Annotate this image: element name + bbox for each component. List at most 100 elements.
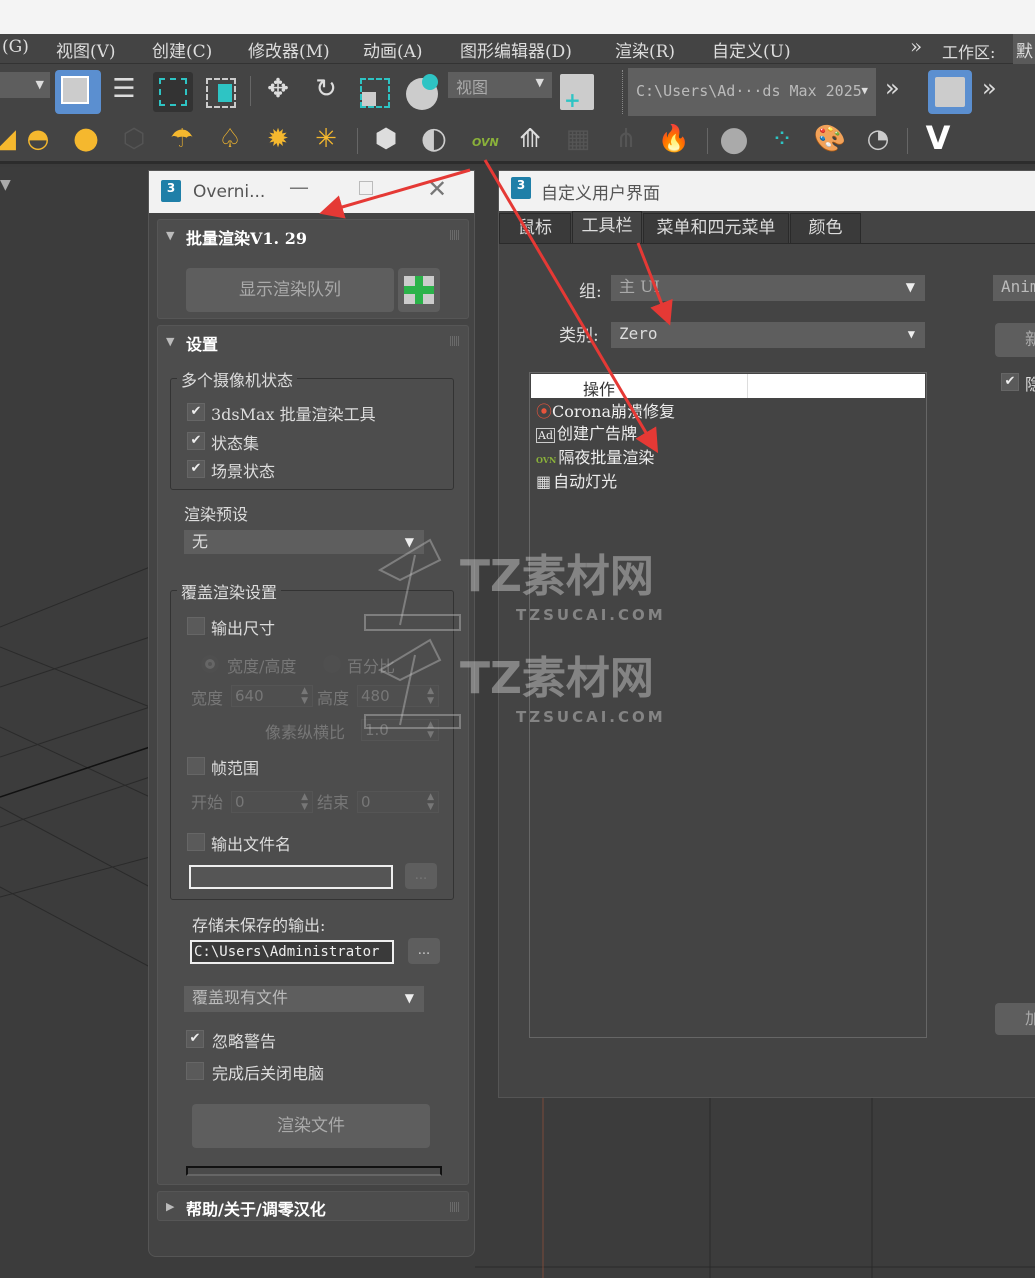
tab-mouse[interactable]: 鼠标 <box>499 213 571 243</box>
radio-width-height[interactable] <box>201 655 219 673</box>
tab-toolbars[interactable]: 工具栏 <box>572 211 642 243</box>
menu-item-modifiers[interactable]: 修改器(M) <box>248 37 330 62</box>
checkbox-state-sets[interactable]: ✔ <box>187 432 205 450</box>
list-item[interactable]: OVN 隔夜批量渲染 <box>536 447 675 471</box>
render-files-button[interactable]: 渲染文件 <box>192 1104 430 1148</box>
expand-triangle-icon[interactable]: ▶ <box>166 1200 174 1213</box>
mesh-light-icon[interactable]: ⬡ <box>116 126 152 152</box>
start-spinner[interactable]: 0 ▲ ▼ <box>231 791 313 813</box>
scale-icon[interactable] <box>360 78 390 108</box>
checkbox-frame-range[interactable] <box>187 757 205 775</box>
palette-icon[interactable]: 🎨 <box>812 126 848 152</box>
menu-item-views[interactable]: 视图(V) <box>56 37 116 62</box>
pivot-tripod-icon[interactable]: ⟰ <box>512 126 548 152</box>
rollout-title[interactable]: 设置 <box>186 331 218 355</box>
new-toolbar-button[interactable]: 新 <box>995 323 1035 357</box>
show-render-queue-button[interactable]: 显示渲染队列 <box>186 268 394 312</box>
customize-ui-dialog: 3 自定义用户界面 鼠标 工具栏 菜单和四元菜单 颜色 组: 主 UI ▼ 类别:… <box>498 170 1035 1098</box>
grip-icon[interactable] <box>450 1202 460 1212</box>
sky-icon[interactable]: ✳ <box>308 126 344 152</box>
overwrite-mode-dropdown[interactable]: 覆盖现有文件 ▼ <box>184 986 424 1012</box>
browse-unsaved-button[interactable]: ... <box>408 938 440 964</box>
menu-item-graph-editors[interactable]: 图形编辑器(D) <box>460 37 572 62</box>
rectangular-selection-button[interactable] <box>153 72 193 112</box>
menu-item-create[interactable]: 创建(C) <box>152 37 212 62</box>
fur-disabled-icon[interactable]: ▦ <box>560 126 596 152</box>
overnight-title: Overni... <box>193 182 266 202</box>
close-button[interactable]: ✕ <box>427 175 447 203</box>
end-spinner[interactable]: 0 ▲ ▼ <box>357 791 439 813</box>
grip-icon[interactable] <box>450 336 460 346</box>
project-path-dropdown[interactable]: C:\Users\Ad···ds Max 2025 ▼ <box>628 68 876 116</box>
reference-coordinate-dropdown[interactable]: 视图 ▼ <box>448 72 552 98</box>
add-button[interactable] <box>398 268 440 312</box>
output-filename-input[interactable] <box>189 865 393 889</box>
toolbar-overflow-button[interactable]: » <box>885 74 900 102</box>
tab-colors[interactable]: 颜色 <box>790 213 861 243</box>
select-by-name-icon[interactable]: ☰ <box>106 76 142 102</box>
rollout-title[interactable]: 批量渲染V1. 29 <box>186 225 307 249</box>
pivot-center-icon[interactable]: + <box>560 74 594 112</box>
corona-icon: ⦿ <box>536 402 553 421</box>
group-dropdown[interactable]: 主 UI ▼ <box>611 275 925 301</box>
start-label: 开始 <box>191 793 224 812</box>
list-item[interactable]: Ad 创建广告牌 <box>536 423 675 447</box>
ovn-icon[interactable]: OVN <box>472 136 499 149</box>
menu-overflow-button[interactable]: » <box>910 34 922 58</box>
material-icon[interactable]: ◐ <box>416 124 452 154</box>
load-button[interactable]: 加 <box>995 1003 1035 1035</box>
selection-filter-dropdown[interactable]: ▼ <box>0 72 50 98</box>
place-icon[interactable] <box>406 74 438 110</box>
menu-item-group[interactable]: (G) <box>2 37 29 57</box>
select-object-button[interactable] <box>55 70 101 114</box>
maximize-button[interactable] <box>359 181 373 195</box>
multi-material-icon[interactable]: ⁘ <box>764 126 800 152</box>
width-spinner[interactable]: 640 ▲ ▼ <box>231 685 313 707</box>
checkbox-hide[interactable]: ✔ <box>1001 373 1019 391</box>
grass-icon[interactable]: ⋔ <box>608 126 644 152</box>
checkbox-batch-tool[interactable]: ✔ <box>187 403 205 421</box>
proxy-cube-icon[interactable]: ⬢ <box>368 126 404 152</box>
sphere-light-icon[interactable]: ● <box>68 124 104 154</box>
window-crossing-icon[interactable] <box>206 78 236 108</box>
toolbar-overflow-button-2[interactable]: » <box>982 74 997 102</box>
checkbox-shutdown[interactable] <box>186 1062 204 1080</box>
minimize-button[interactable]: — <box>289 175 309 199</box>
radio-percentage[interactable] <box>323 655 341 673</box>
list-item[interactable]: ⦿Corona崩溃修复 <box>536 401 675 423</box>
vray-logo-icon[interactable]: V <box>920 122 956 154</box>
checkbox-label: 输出文件名 <box>211 835 292 854</box>
dome-light-icon[interactable]: ◓ <box>20 126 56 152</box>
save-scene-button[interactable] <box>928 70 972 114</box>
menu-item-customize[interactable]: 自定义(U) <box>712 37 791 62</box>
collapse-triangle-icon[interactable]: ▼ <box>166 229 174 242</box>
fire-volume-icon[interactable]: 🔥 <box>656 126 692 152</box>
unsaved-output-path-input[interactable]: C:\Users\Administrator <box>190 940 394 964</box>
rotate-icon[interactable]: ↻ <box>308 76 344 102</box>
spot-light-icon[interactable]: ☂ <box>164 126 200 152</box>
menu-item-rendering[interactable]: 渲染(R) <box>615 37 675 62</box>
browse-output-button[interactable]: ... <box>405 863 437 889</box>
watermark-url: TZSUCAI.COM <box>516 708 666 726</box>
tab-menus-quads[interactable]: 菜单和四元菜单 <box>643 213 789 243</box>
move-icon[interactable]: ✥ <box>260 76 296 102</box>
column-header-action[interactable]: 操作 <box>583 376 615 400</box>
checkbox-scene-states[interactable]: ✔ <box>187 460 205 478</box>
rollout-title[interactable]: 帮助/关于/调零汉化 <box>186 1196 326 1220</box>
menu-item-animation[interactable]: 动画(A) <box>363 37 423 62</box>
grip-icon[interactable] <box>450 230 460 240</box>
material-editor-icon[interactable]: ◔ <box>860 126 896 152</box>
select-icon <box>61 76 89 104</box>
category-dropdown[interactable]: Zero ▼ <box>611 322 925 348</box>
toolbar-dropdown[interactable]: Anim <box>993 275 1035 301</box>
workspace-dropdown[interactable]: 默 <box>1013 34 1035 64</box>
ies-light-icon[interactable]: ♤ <box>212 126 248 152</box>
collapse-triangle-icon[interactable]: ▼ <box>166 335 174 348</box>
billboard-icon: Ad <box>536 428 555 443</box>
checkbox-output-size[interactable] <box>187 617 205 635</box>
sphere-material-icon[interactable]: ● <box>716 122 752 156</box>
list-item[interactable]: ▦ 自动灯光 <box>536 471 675 493</box>
checkbox-ignore-warnings[interactable]: ✔ <box>186 1030 204 1048</box>
sun-icon[interactable]: ✹ <box>260 126 296 152</box>
checkbox-output-filename[interactable] <box>187 833 205 851</box>
